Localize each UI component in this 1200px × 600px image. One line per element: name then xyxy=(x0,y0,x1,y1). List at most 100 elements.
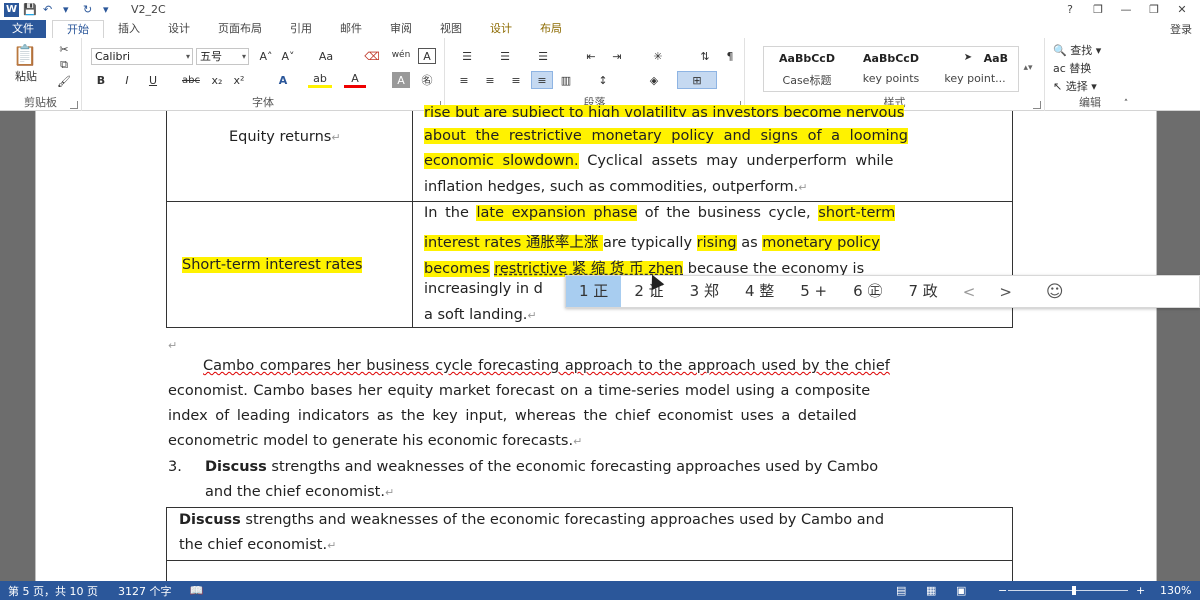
cut-icon[interactable]: ✂ xyxy=(56,42,72,56)
table-divider xyxy=(167,201,1012,202)
clipboard-launcher-icon[interactable] xyxy=(70,101,78,109)
emoji-icon[interactable]: ☺ xyxy=(1034,282,1076,302)
justify-icon[interactable]: ≡ xyxy=(531,71,553,89)
shrink-font-button[interactable]: A˅ xyxy=(278,48,298,64)
style-key-points[interactable]: AaBbCcD key points xyxy=(850,47,932,91)
sort-icon[interactable]: ⇅ xyxy=(695,48,715,64)
table-cell-line: In the late expansion phase of the busin… xyxy=(424,205,896,221)
style-key-point-2[interactable]: AaB key point... xyxy=(934,47,1016,91)
ime-candidate-7[interactable]: 7 政 xyxy=(895,276,950,307)
zoom-out-icon[interactable]: − xyxy=(998,584,1007,597)
read-mode-icon[interactable]: ▤ xyxy=(896,584,906,597)
zoom-level[interactable]: 130% xyxy=(1160,584,1191,597)
save-icon[interactable]: 💾 xyxy=(23,3,39,17)
styles-launcher-icon[interactable] xyxy=(1033,101,1041,109)
copy-icon[interactable]: ⧉ xyxy=(56,58,72,72)
customize-qa-icon[interactable]: ▾ xyxy=(103,3,119,17)
align-left-icon[interactable]: ≡ xyxy=(455,72,473,88)
zoom-in-icon[interactable]: + xyxy=(1136,584,1145,597)
subscript-button[interactable]: x₂ xyxy=(208,72,226,88)
binoculars-icon: 🔍 xyxy=(1053,43,1067,57)
multilevel-list-icon[interactable]: ☰ xyxy=(531,48,555,64)
decrease-indent-icon[interactable]: ⇤ xyxy=(581,48,601,64)
ime-candidate-6[interactable]: 6 ㊣ xyxy=(840,276,895,307)
ime-prev-icon[interactable]: < xyxy=(951,283,988,301)
highlight-button[interactable]: ab xyxy=(308,72,332,88)
change-case-button[interactable]: Aa xyxy=(312,48,340,64)
tab-file[interactable]: 文件 xyxy=(0,20,46,38)
format-painter-icon[interactable]: 🖌 xyxy=(56,74,72,88)
proofing-icon[interactable]: 📖 xyxy=(189,584,203,597)
word-count[interactable]: 3127 个字 xyxy=(118,583,172,599)
char-shading-button[interactable]: A xyxy=(392,72,410,88)
ime-candidate-1[interactable]: 1 正 xyxy=(566,276,622,307)
ime-candidate-4[interactable]: 4 整 xyxy=(732,276,787,307)
tab-references[interactable]: 引用 xyxy=(276,20,326,38)
tab-review[interactable]: 审阅 xyxy=(376,20,426,38)
tab-insert[interactable]: 插入 xyxy=(104,20,154,38)
ime-candidate-5[interactable]: 5 + xyxy=(787,276,840,307)
text-effects-button[interactable]: A xyxy=(272,72,294,88)
tab-page-layout[interactable]: 页面布局 xyxy=(204,20,276,38)
font-name-select[interactable]: Calibri ▾ xyxy=(91,48,193,65)
strikethrough-button[interactable]: abc xyxy=(178,72,204,88)
superscript-button[interactable]: x² xyxy=(230,72,248,88)
tab-home[interactable]: 开始 xyxy=(52,20,104,38)
underline-button[interactable]: U xyxy=(144,72,162,88)
body-paragraph: econometric model to generate his econom… xyxy=(168,433,583,449)
clear-format-icon[interactable]: ⌫ xyxy=(362,48,382,64)
web-layout-icon[interactable]: ▣ xyxy=(956,584,966,597)
find-button[interactable]: 🔍 查找 ▾ xyxy=(1053,42,1123,58)
document-page[interactable]: Equity returns↵ rise but are subject to … xyxy=(35,105,1157,587)
restore-button[interactable]: ❐ xyxy=(1140,3,1168,16)
grow-font-button[interactable]: A˄ xyxy=(256,48,276,64)
page-count[interactable]: 第 5 页，共 10 页 xyxy=(8,583,98,599)
paste-button[interactable]: 粘贴 xyxy=(8,69,44,83)
align-center-icon[interactable]: ≡ xyxy=(481,72,499,88)
tab-view[interactable]: 视图 xyxy=(426,20,476,38)
paste-icon[interactable]: 📋 xyxy=(10,42,40,68)
tab-table-layout[interactable]: 布局 xyxy=(526,20,576,38)
numbering-icon[interactable]: ☰ xyxy=(493,48,517,64)
login-link[interactable]: 登录 xyxy=(1170,21,1192,37)
font-color-button[interactable]: A xyxy=(344,72,366,88)
print-layout-icon[interactable]: ▦ xyxy=(926,584,936,597)
minimize-button[interactable]: — xyxy=(1112,3,1140,16)
tab-mailings[interactable]: 邮件 xyxy=(326,20,376,38)
bullets-icon[interactable]: ☰ xyxy=(455,48,479,64)
ime-candidate-3[interactable]: 3 郑 xyxy=(677,276,732,307)
show-marks-icon[interactable]: ¶ xyxy=(721,48,739,64)
select-button[interactable]: ↖ 选择 ▾ xyxy=(1053,78,1123,94)
zoom-slider-thumb[interactable] xyxy=(1071,586,1076,595)
replace-button[interactable]: ac 替换 xyxy=(1053,60,1123,76)
help-button[interactable]: ? xyxy=(1056,3,1084,16)
styles-more-icon[interactable]: ▴▾ xyxy=(1021,48,1035,88)
line-spacing-icon[interactable]: ↕ xyxy=(591,72,615,88)
undo-icon[interactable]: ↶ xyxy=(43,3,59,17)
style-case-title[interactable]: AaBbCcD Case标题 xyxy=(766,47,848,91)
shading-icon[interactable]: ◈ xyxy=(643,72,665,88)
table-cell-line: Discuss strengths and weaknesses of the … xyxy=(179,512,885,528)
redo-icon[interactable]: ↻ xyxy=(83,3,99,17)
bold-button[interactable]: B xyxy=(92,72,110,88)
phonetic-guide-button[interactable]: wén xyxy=(390,46,412,64)
editing-group: 🔍 查找 ▾ ac 替换 ↖ 选择 ▾ 编辑 ˄ xyxy=(1045,38,1135,111)
distributed-icon[interactable]: ▥ xyxy=(557,72,575,88)
close-button[interactable]: ✕ xyxy=(1168,3,1196,16)
ime-next-icon[interactable]: > xyxy=(987,283,1024,301)
enclose-char-button[interactable]: ㊔ xyxy=(418,72,436,88)
italic-button[interactable]: I xyxy=(118,72,136,88)
chinese-layout-icon[interactable]: ✳ xyxy=(645,48,671,64)
page-margin-left xyxy=(35,111,36,581)
borders-icon[interactable]: ⊞ xyxy=(677,71,717,89)
font-size-select[interactable]: 五号 ▾ xyxy=(196,48,249,65)
collapse-ribbon-icon[interactable]: ˄ xyxy=(1121,99,1131,109)
ribbon-display-button[interactable]: ❐ xyxy=(1084,3,1112,16)
tab-design[interactable]: 设计 xyxy=(154,20,204,38)
align-right-icon[interactable]: ≡ xyxy=(507,72,525,88)
tab-table-design[interactable]: 设计 xyxy=(476,20,526,38)
chevron-down-icon[interactable]: ▾ xyxy=(63,3,79,17)
char-border-button[interactable]: A xyxy=(418,48,436,64)
zoom-slider[interactable] xyxy=(1008,586,1128,595)
increase-indent-icon[interactable]: ⇥ xyxy=(607,48,627,64)
